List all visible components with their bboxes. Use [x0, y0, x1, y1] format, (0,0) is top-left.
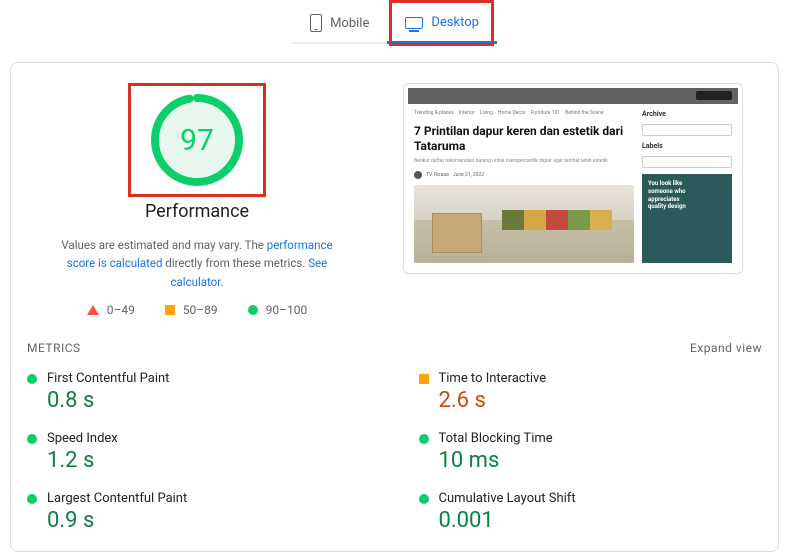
metric-value: 2.6 s: [439, 388, 763, 413]
status-dot-icon: [419, 494, 429, 504]
square-icon: [165, 305, 175, 315]
page-screenshot-thumbnail: Trending & planesInteriorLivingHome Deco…: [403, 83, 743, 274]
metrics-grid: First Contentful Paint 0.8 s Time to Int…: [27, 367, 762, 541]
thumb-byline: TV, Rizaaa June 21, 2022: [414, 171, 634, 179]
score-value: 97: [149, 92, 245, 188]
legend-avg: 50–89: [183, 303, 218, 317]
metric-value: 1.2 s: [47, 448, 371, 473]
score-column: 97 Performance Values are estimated and …: [27, 83, 367, 317]
metric-label: Speed Index: [47, 431, 118, 446]
tab-desktop-label: Desktop: [431, 15, 479, 30]
score-gauge-box: 97: [128, 83, 266, 197]
thumb-topbar: [408, 88, 738, 104]
metric-label: First Contentful Paint: [47, 371, 169, 386]
performance-gauge: 97: [149, 92, 245, 188]
thumb-headline: 7 Printilan dapur keren dan estetik dari…: [414, 124, 634, 154]
status-dot-icon: [27, 434, 37, 444]
metric-value: 10 ms: [439, 448, 763, 473]
thumb-archive-hdr: Archive: [642, 110, 732, 118]
metric-value: 0.8 s: [47, 388, 371, 413]
tab-mobile[interactable]: Mobile: [292, 4, 387, 44]
thumb-nav: Trending & planesInteriorLivingHome Deco…: [414, 110, 634, 116]
metric-value: 0.001: [439, 508, 763, 533]
metric-label: Time to Interactive: [439, 371, 547, 386]
circle-icon: [248, 305, 258, 315]
desktop-icon: [405, 17, 423, 29]
tabs-container: Mobile Desktop: [0, 0, 789, 44]
tab-mobile-label: Mobile: [330, 16, 369, 31]
expand-view-link[interactable]: Expand view: [690, 341, 762, 355]
legend-pass: 90–100: [266, 303, 308, 317]
thumb-archive-field: [642, 124, 732, 136]
thumb-labels-hdr: Labels: [642, 142, 732, 150]
metric-lcp: Largest Contentful Paint 0.9 s: [27, 487, 371, 541]
status-square-icon: [419, 374, 429, 384]
metric-tti: Time to Interactive 2.6 s: [419, 367, 763, 421]
mobile-icon: [310, 14, 322, 32]
metric-si: Speed Index 1.2 s: [27, 427, 371, 481]
score-legend: 0–49 50–89 90–100: [87, 303, 308, 317]
report-panel: 97 Performance Values are estimated and …: [10, 62, 779, 552]
metric-label: Largest Contentful Paint: [47, 491, 187, 506]
score-label: Performance: [145, 201, 249, 222]
status-dot-icon: [27, 374, 37, 384]
metric-cls: Cumulative Layout Shift 0.001: [419, 487, 763, 541]
metric-fcp: First Contentful Paint 0.8 s: [27, 367, 371, 421]
metric-value: 0.9 s: [47, 508, 371, 533]
triangle-icon: [87, 305, 99, 315]
thumb-photo: [414, 185, 634, 263]
thumb-promo: You look like someone who appreciates qu…: [642, 174, 732, 263]
score-description: Values are estimated and may vary. The p…: [47, 236, 347, 291]
metric-tbt: Total Blocking Time 10 ms: [419, 427, 763, 481]
legend-fail: 0–49: [107, 303, 135, 317]
metric-label: Cumulative Layout Shift: [439, 491, 576, 506]
status-dot-icon: [419, 434, 429, 444]
avatar-icon: [414, 171, 422, 179]
thumb-labels-field: [642, 156, 732, 168]
metrics-title: METRICS: [27, 341, 81, 355]
tab-desktop[interactable]: Desktop: [387, 4, 497, 44]
status-dot-icon: [27, 494, 37, 504]
metric-label: Total Blocking Time: [439, 431, 553, 446]
thumb-sub: Berikut daftar rekomendasi barang untuk …: [414, 158, 634, 165]
